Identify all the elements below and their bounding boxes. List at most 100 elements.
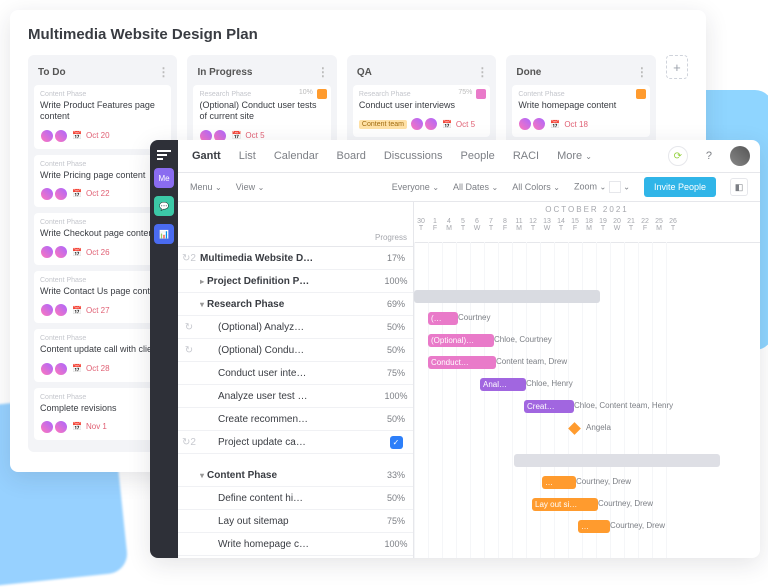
tab-board[interactable]: Board — [337, 150, 366, 162]
board-title: Multimedia Website Design Plan — [28, 26, 688, 43]
day-header: 22F — [638, 218, 652, 242]
column-title: In Progress — [197, 67, 252, 78]
side-nav: Me 💬 📊 — [150, 140, 178, 558]
card-text: Write homepage content — [518, 100, 643, 111]
card-flag-icon — [317, 89, 327, 99]
user-avatar[interactable] — [730, 146, 750, 166]
gantt-group-row[interactable]: ▾Content Phase 33% — [178, 464, 413, 487]
column-menu-icon[interactable]: ⋮ — [636, 65, 648, 79]
tab-list[interactable]: List — [239, 150, 256, 162]
kanban-card[interactable]: 75%Research Phase Conduct user interview… — [353, 85, 490, 137]
assignee-label: Courtney — [458, 313, 490, 322]
tab-more[interactable]: More ⌄ — [557, 150, 592, 162]
gantt-task-row[interactable]: Conduct user inte… 75% — [178, 362, 413, 385]
expand-icon[interactable]: ▸ — [200, 277, 204, 286]
day-header: 19T — [596, 218, 610, 242]
gantt-bar[interactable]: (… — [428, 312, 458, 325]
gantt-task-row[interactable] — [178, 454, 413, 464]
card-phase: Content Phase — [40, 277, 165, 284]
tab-raci[interactable]: RACI — [513, 150, 539, 162]
gantt-task-row[interactable]: Create recommen… 50% — [178, 408, 413, 431]
gantt-task-row[interactable]: ↻2 Project update ca… ✓ — [178, 431, 413, 454]
column-menu-icon[interactable]: ⋮ — [317, 65, 329, 79]
card-text: Content update call with client — [40, 344, 165, 355]
card-text: Write Product Features page content — [40, 100, 165, 123]
everyone-filter[interactable]: Everyone ⌄ — [392, 182, 439, 192]
activity-icon[interactable]: ⟳ — [668, 146, 688, 166]
task-progress: 50% — [379, 345, 413, 355]
expand-icon[interactable]: ▾ — [200, 300, 204, 309]
assignee-label: Courtney, Drew — [576, 477, 631, 486]
gantt-bar[interactable]: (Optional)… — [428, 334, 494, 347]
gantt-bar[interactable] — [414, 290, 600, 303]
card-date: Oct 26 — [86, 248, 110, 257]
gantt-task-row[interactable]: Write homepage c… 100% — [178, 533, 413, 556]
card-phase: Content Phase — [40, 335, 165, 342]
task-name: Analyze user test … — [200, 391, 379, 402]
gantt-bar[interactable]: Lay out si… — [532, 498, 598, 511]
gantt-task-row[interactable]: Define content hi… 50% — [178, 487, 413, 510]
help-icon[interactable]: ? — [706, 150, 712, 162]
gantt-group-row[interactable]: ↻2 Multimedia Website D… 17% — [178, 247, 413, 270]
tab-calendar[interactable]: Calendar — [274, 150, 319, 162]
colors-filter[interactable]: All Colors ⌄ — [512, 182, 560, 192]
tab-discussions[interactable]: Discussions — [384, 150, 443, 162]
day-header: 12T — [526, 218, 540, 242]
assignee-label: Angela — [586, 423, 611, 432]
tab-gantt[interactable]: Gantt — [192, 150, 221, 162]
day-header: 21T — [624, 218, 638, 242]
gantt-task-row[interactable]: ↻ (Optional) Analyz… 50% — [178, 316, 413, 339]
gantt-timeline[interactable]: OCTOBER 2021 30T1F4M5T6W7T8F11M12T13W14T… — [414, 202, 760, 558]
gantt-bar[interactable]: Creat… — [524, 400, 574, 413]
gantt-window: Me 💬 📊 Gantt List Calendar Board Discuss… — [150, 140, 760, 558]
nav-reports-button[interactable]: 📊 — [154, 224, 174, 244]
assignee-avatar — [54, 420, 68, 434]
task-name: (Optional) Analyz… — [200, 322, 379, 333]
tab-people[interactable]: People — [461, 150, 495, 162]
task-progress: 100% — [379, 539, 413, 549]
card-flag-icon — [476, 89, 486, 99]
column-menu-icon[interactable]: ⋮ — [157, 65, 169, 79]
card-flag-icon — [636, 89, 646, 99]
assignee-avatar — [424, 117, 438, 131]
card-tag: Content team — [359, 120, 407, 129]
gantt-task-row[interactable]: Lay out sitemap 75% — [178, 510, 413, 533]
invite-button[interactable]: Invite People — [644, 177, 716, 197]
card-phase: Content Phase — [40, 394, 165, 401]
gantt-bar[interactable] — [514, 454, 720, 467]
kanban-card[interactable]: 10%Research Phase (Optional) Conduct use… — [193, 85, 330, 149]
row-icon: ↻2 — [178, 253, 200, 264]
task-name: ▾Research Phase — [200, 299, 379, 310]
progress-header: Progress — [375, 233, 407, 242]
view-dropdown[interactable]: View ⌄ — [236, 182, 265, 192]
kanban-card[interactable]: Content Phase Write Product Features pag… — [34, 85, 171, 149]
task-name: Write homepage c… — [200, 539, 379, 550]
gantt-bar[interactable]: Anal… — [480, 378, 526, 391]
kanban-card[interactable]: Content Phase Write homepage content 📅Oc… — [512, 85, 649, 137]
gantt-task-row[interactable]: ↻ (Optional) Condu… 50% — [178, 339, 413, 362]
gantt-bar[interactable]: … — [578, 520, 610, 533]
assignee-avatar — [40, 187, 54, 201]
task-progress: 69% — [379, 299, 413, 309]
checkbox-icon[interactable]: ✓ — [390, 436, 403, 449]
gantt-bar[interactable]: Conduct… — [428, 356, 496, 369]
day-header: 20W — [610, 218, 624, 242]
dock-icon[interactable]: ◧ — [730, 178, 748, 196]
column-title: Done — [516, 67, 541, 78]
dates-filter[interactable]: All Dates ⌄ — [453, 182, 498, 192]
assignee-avatar — [54, 245, 68, 259]
gantt-group-row[interactable]: ▸Project Definition P… 100% — [178, 270, 413, 293]
zoom-control[interactable]: Zoom ⌄ ⌄ — [574, 181, 630, 193]
task-name: Conduct user inte… — [200, 368, 379, 379]
assignee-label: Courtney, Drew — [610, 521, 665, 530]
nav-me-button[interactable]: Me — [154, 168, 174, 188]
add-column-button[interactable]: + — [666, 55, 688, 79]
expand-icon[interactable]: ▾ — [200, 471, 204, 480]
gantt-bar[interactable]: … — [542, 476, 576, 489]
nav-chat-button[interactable]: 💬 — [154, 196, 174, 216]
gantt-group-row[interactable]: ▾Research Phase 69% — [178, 293, 413, 316]
gantt-task-row[interactable]: Analyze user test … 100% — [178, 385, 413, 408]
menu-dropdown[interactable]: Menu ⌄ — [190, 182, 222, 192]
task-progress: 100% — [379, 276, 413, 286]
column-menu-icon[interactable]: ⋮ — [476, 65, 488, 79]
